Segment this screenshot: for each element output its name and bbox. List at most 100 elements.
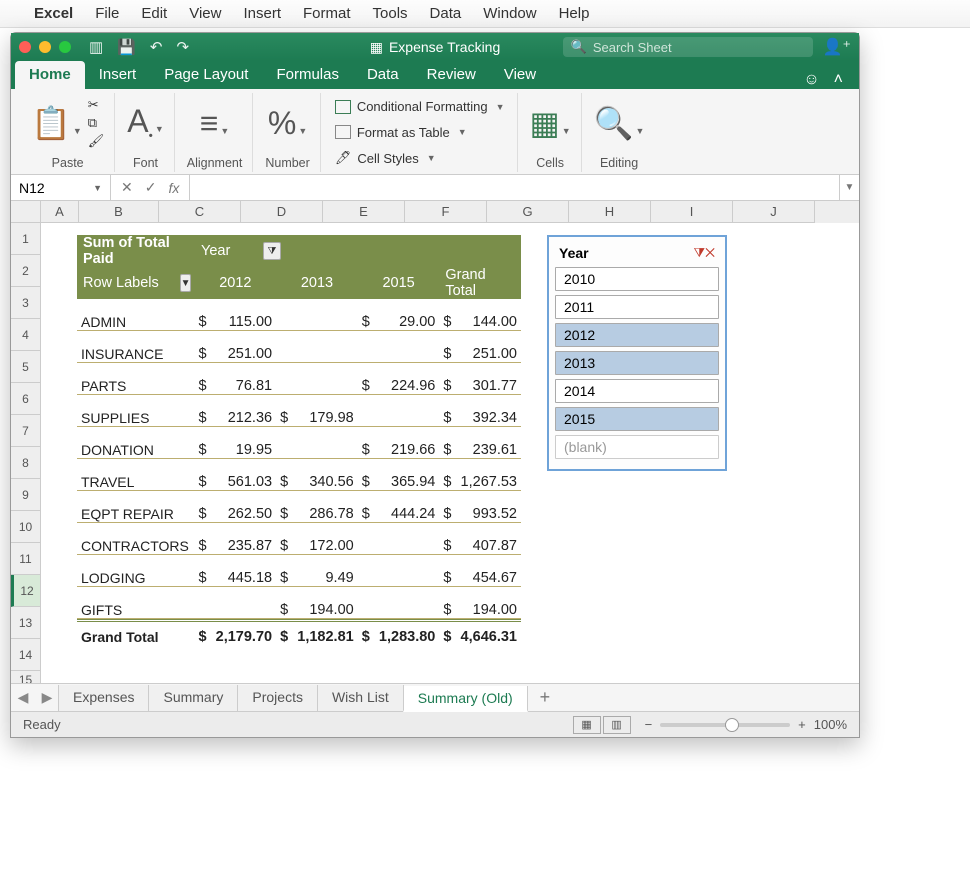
col-header-B[interactable]: B [79,201,159,223]
pivot-year-2012[interactable]: 2012 [195,275,277,291]
col-header-H[interactable]: H [569,201,651,223]
col-header-J[interactable]: J [733,201,815,223]
sheet-tab-wish-list[interactable]: Wish List [317,685,404,711]
sheet-tab-summary[interactable]: Summary [148,685,238,711]
slicer-clear-filter-icon[interactable]: ⧩✕ [693,245,715,261]
normal-view-icon[interactable]: ▦ [573,716,601,734]
pivot-row[interactable]: EQPT REPAIR$262.50$286.78$444.24$993.52 [77,491,521,523]
sheet-tab-summary-old-[interactable]: Summary (Old) [403,686,528,712]
sheet-tab-expenses[interactable]: Expenses [58,685,149,711]
cut-icon[interactable]: ✂ [88,97,105,113]
row-header-3[interactable]: 3 [11,287,41,319]
pivot-year-2013[interactable]: 2013 [276,275,358,291]
format-as-table-button[interactable]: Format as Table▼ [333,121,507,143]
menu-data[interactable]: Data [430,5,462,22]
add-sheet-button[interactable]: + [528,687,563,708]
year-filter-icon[interactable]: ⧩ [263,242,281,260]
share-button-icon[interactable]: 👤⁺ [823,37,851,57]
tab-view[interactable]: View [490,61,550,89]
format-painter-icon[interactable]: 🖌 [88,133,105,149]
pivot-row[interactable]: DONATION$19.95$219.66$239.61 [77,427,521,459]
sheet-tab-projects[interactable]: Projects [237,685,318,711]
number-format-icon[interactable]: %▼ [268,105,307,142]
conditional-formatting-button[interactable]: Conditional Formatting▼ [333,96,507,118]
col-header-E[interactable]: E [323,201,405,223]
font-icon[interactable]: A•▼ [127,103,163,142]
row-header-4[interactable]: 4 [11,319,41,351]
formula-input[interactable] [190,175,839,200]
pivot-row[interactable]: INSURANCE$251.00$251.00 [77,331,521,363]
minimize-window-button[interactable] [39,41,51,53]
pivot-row[interactable]: PARTS$76.81$224.96$301.77 [77,363,521,395]
slicer-item-blank[interactable]: (blank) [555,435,719,459]
collapse-ribbon-icon[interactable]: ˄ [834,71,843,89]
tab-insert[interactable]: Insert [85,61,151,89]
worksheet-cells[interactable]: Sum of Total Paid Year ⧩ Row Labels ▼ 20… [41,223,859,683]
slicer-item-2013[interactable]: 2013 [555,351,719,375]
row-header-9[interactable]: 9 [11,479,41,511]
copy-icon[interactable]: ⧉ [88,115,105,131]
slicer-item-2014[interactable]: 2014 [555,379,719,403]
row-labels-filter-icon[interactable]: ▼ [180,274,192,292]
tab-home[interactable]: Home [15,61,85,89]
pivot-row[interactable]: TRAVEL$561.03$340.56$365.94$1,267.53 [77,459,521,491]
row-header-8[interactable]: 8 [11,447,41,479]
sheet-nav-next-icon[interactable]: ▶ [35,689,59,706]
app-name[interactable]: Excel [34,5,73,22]
slicer-item-2011[interactable]: 2011 [555,295,719,319]
name-box-dropdown-icon[interactable]: ▼ [93,183,102,193]
row-header-2[interactable]: 2 [11,255,41,287]
tab-page-layout[interactable]: Page Layout [150,61,262,89]
menu-help[interactable]: Help [559,5,590,22]
alignment-icon[interactable]: ≡▼ [200,105,230,142]
sheet-nav-prev-icon[interactable]: ◀ [11,689,35,706]
undo-icon[interactable]: ↶ [150,38,163,56]
menu-edit[interactable]: Edit [141,5,167,22]
row-header-1[interactable]: 1 [11,223,41,255]
expand-formula-bar-icon[interactable]: ▼ [839,175,859,200]
row-header-10[interactable]: 10 [11,511,41,543]
pivot-row[interactable]: ADMIN$115.00$29.00$144.00 [77,299,521,331]
zoom-in-button[interactable]: + [798,717,806,732]
pivot-table[interactable]: Sum of Total Paid Year ⧩ Row Labels ▼ 20… [77,235,521,651]
paste-icon[interactable]: 📋▼ [31,104,82,142]
menu-format[interactable]: Format [303,5,351,22]
col-header-F[interactable]: F [405,201,487,223]
slicer-item-2015[interactable]: 2015 [555,407,719,431]
close-window-button[interactable] [19,41,31,53]
search-sheet-box[interactable]: 🔍 Search Sheet [563,37,813,57]
slicer-item-2010[interactable]: 2010 [555,267,719,291]
row-header-11[interactable]: 11 [11,543,41,575]
pivot-row[interactable]: GIFTS$194.00$194.00 [77,587,521,619]
cell-styles-button[interactable]: 🖊Cell Styles▼ [333,147,507,169]
zoom-slider[interactable] [660,723,790,727]
cells-icon[interactable]: ▦▼ [530,104,571,142]
pivot-row[interactable]: SUPPLIES$212.36$179.98$392.34 [77,395,521,427]
zoom-window-button[interactable] [59,41,71,53]
row-header-12[interactable]: 12 [11,575,41,607]
row-header-6[interactable]: 6 [11,383,41,415]
qat-workbook-icon[interactable]: ▥ [89,38,103,56]
pivot-row[interactable]: CONTRACTORS$235.87$172.00$407.87 [77,523,521,555]
name-box[interactable]: N12 ▼ [11,175,111,200]
editing-icon[interactable]: 🔍▼ [594,104,645,142]
zoom-out-button[interactable]: − [645,717,653,732]
pivot-year-2015[interactable]: 2015 [358,275,440,291]
tab-formulas[interactable]: Formulas [262,61,353,89]
row-header-5[interactable]: 5 [11,351,41,383]
col-header-C[interactable]: C [159,201,241,223]
emoji-icon[interactable]: ☺ [803,71,819,89]
menu-file[interactable]: File [95,5,119,22]
save-icon[interactable]: 💾 [117,38,136,56]
fx-icon[interactable]: fx [168,180,179,196]
row-header-14[interactable]: 14 [11,639,41,671]
slicer-item-2012[interactable]: 2012 [555,323,719,347]
menu-tools[interactable]: Tools [373,5,408,22]
cancel-edit-icon[interactable]: ✕ [121,179,133,196]
menu-insert[interactable]: Insert [243,5,281,22]
col-header-I[interactable]: I [651,201,733,223]
page-layout-view-icon[interactable]: ▥ [603,716,631,734]
tab-review[interactable]: Review [413,61,490,89]
redo-icon[interactable]: ↷ [176,38,189,56]
col-header-A[interactable]: A [41,201,79,223]
